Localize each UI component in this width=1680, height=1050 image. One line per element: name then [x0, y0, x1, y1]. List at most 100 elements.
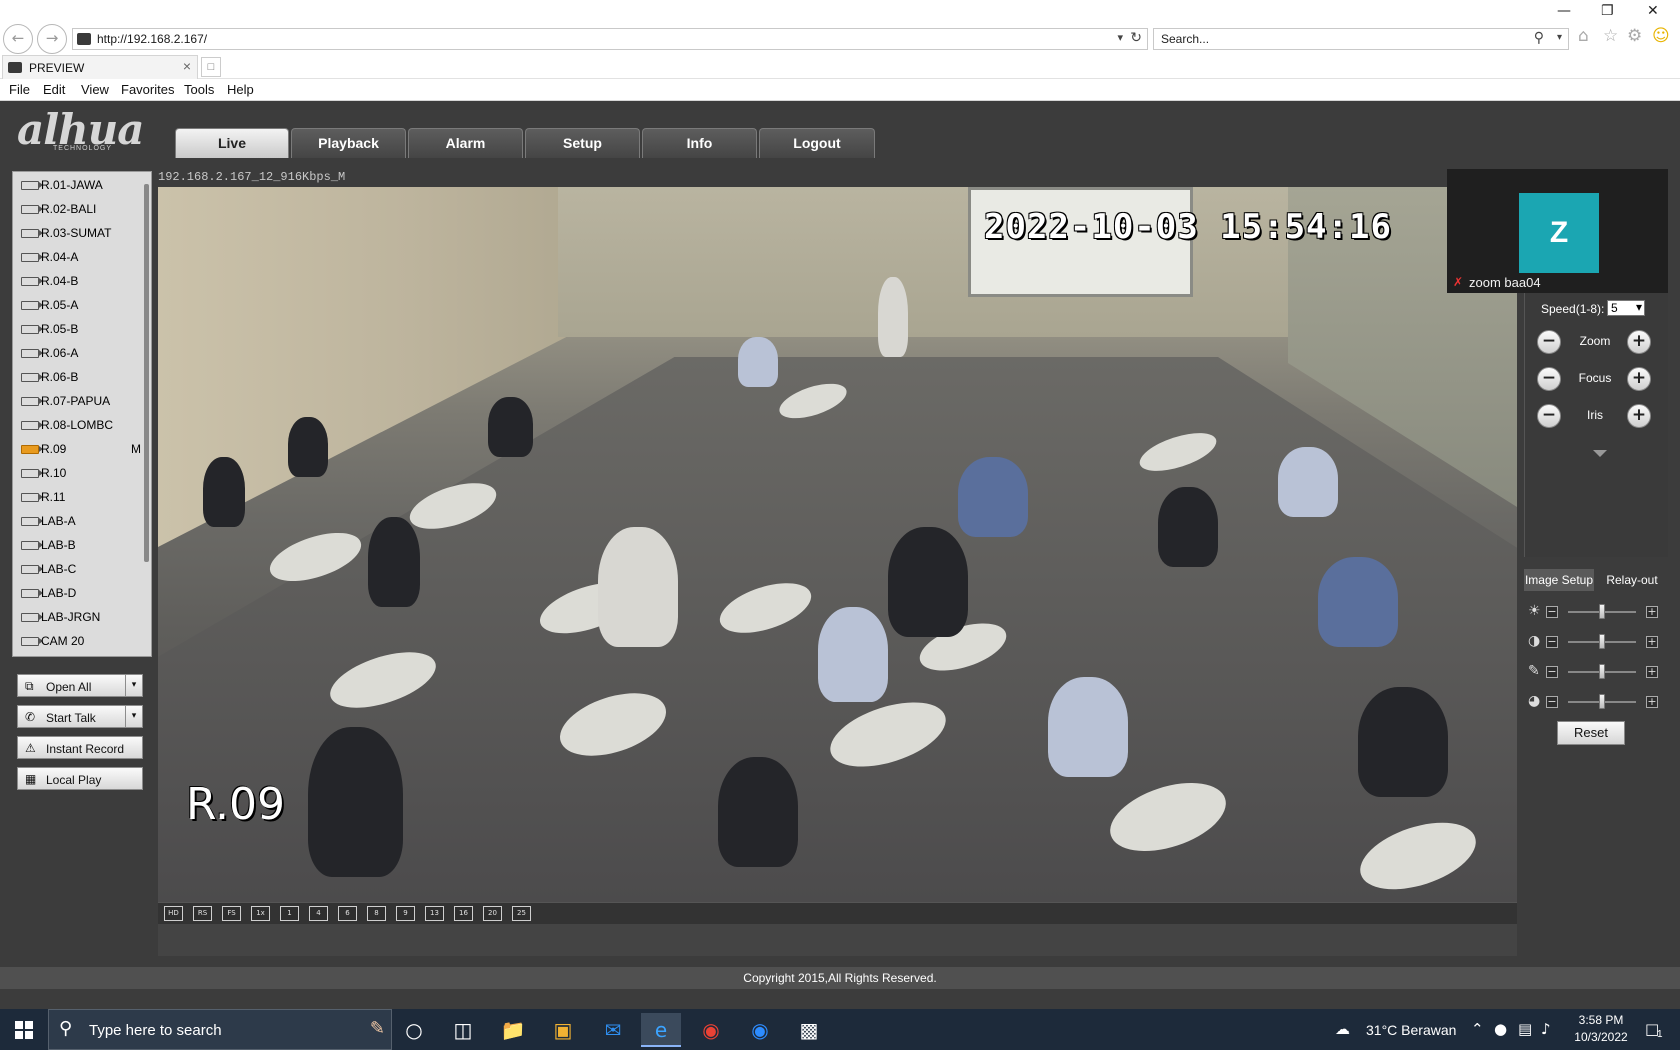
live-video-feed[interactable]: 2022-10-03 15:54:16 R.09 — [158, 187, 1517, 902]
ptz-collapse-icon[interactable] — [1593, 450, 1607, 457]
layout-button[interactable]: 20 — [483, 906, 502, 921]
iris-close-button[interactable]: − — [1537, 404, 1561, 428]
minimize-icon[interactable]: — — [1557, 3, 1571, 19]
weather-text[interactable]: 31°C Berawan — [1366, 1022, 1456, 1038]
hue-slider-thumb[interactable] — [1599, 694, 1605, 709]
reset-button[interactable]: Reset — [1557, 721, 1625, 745]
menu-tools[interactable]: Tools — [184, 82, 214, 97]
brightness-slider-thumb[interactable] — [1599, 604, 1605, 619]
channel-item[interactable]: R.05-B — [13, 317, 151, 341]
tab-logout[interactable]: Logout — [759, 128, 875, 158]
tab-relay-out[interactable]: Relay-out — [1596, 569, 1668, 591]
iris-open-button[interactable]: + — [1627, 404, 1651, 428]
refresh-icon[interactable]: ↻ — [1130, 30, 1142, 46]
mail-icon[interactable]: ✉ — [593, 1013, 633, 1047]
tab-setup[interactable]: Setup — [525, 128, 640, 158]
zoom-out-button[interactable]: − — [1537, 330, 1561, 354]
taskbar-search-box[interactable]: ⚲ Type here to search ✎ — [48, 1009, 392, 1050]
channel-item[interactable]: LAB-A — [13, 509, 151, 533]
zoom-app-icon[interactable]: ◉ — [740, 1013, 780, 1047]
layout-button[interactable]: HD — [164, 906, 183, 921]
layout-button[interactable]: 1x — [251, 906, 270, 921]
tray-chevron-up-icon[interactable]: ⌃ — [1471, 1020, 1484, 1038]
tab-image-setup[interactable]: Image Setup — [1524, 569, 1594, 591]
feedback-smiley-icon[interactable]: ☺ — [1652, 26, 1670, 46]
browser-search-placeholder[interactable]: Search... — [1161, 32, 1209, 46]
address-bar[interactable]: http://192.168.2.167/ ▾ ↻ — [72, 28, 1148, 50]
search-icon[interactable]: ⚲ — [1534, 30, 1544, 46]
start-talk-button[interactable]: ✆ Start Talk ▾ — [17, 705, 143, 728]
layout-button[interactable]: 6 — [338, 906, 357, 921]
weather-cloud-icon[interactable]: ☁ — [1335, 1020, 1350, 1038]
terminal-icon[interactable]: ▩ — [789, 1013, 829, 1047]
channel-item[interactable]: R.06-B — [13, 365, 151, 389]
internet-explorer-icon[interactable]: e — [641, 1013, 681, 1047]
channel-item[interactable]: LAB-D — [13, 581, 151, 605]
channel-item[interactable]: R.10 — [13, 461, 151, 485]
layout-button[interactable]: FS — [222, 906, 241, 921]
saturation-decrease-button[interactable]: − — [1546, 666, 1558, 678]
ptz-speed-select[interactable]: 5 — [1607, 300, 1645, 316]
search-dropdown-icon[interactable]: ▾ — [1557, 32, 1562, 43]
layout-button[interactable]: 1 — [280, 906, 299, 921]
channel-item[interactable]: R.06-A — [13, 341, 151, 365]
restore-icon[interactable]: ❐ — [1601, 3, 1614, 19]
start-talk-dropdown-icon[interactable]: ▾ — [125, 706, 142, 727]
settings-gear-icon[interactable]: ⚙ — [1627, 26, 1642, 46]
channel-item[interactable]: R.05-A — [13, 293, 151, 317]
layout-button[interactable]: 13 — [425, 906, 444, 921]
tab-playback[interactable]: Playback — [291, 128, 406, 158]
file-explorer-icon[interactable]: 📁 — [493, 1013, 533, 1047]
tab-live[interactable]: Live — [175, 128, 289, 158]
layout-button[interactable]: RS — [193, 906, 212, 921]
focus-far-button[interactable]: + — [1627, 367, 1651, 391]
focus-near-button[interactable]: − — [1537, 367, 1561, 391]
menu-favorites[interactable]: Favorites — [121, 82, 174, 97]
contrast-slider-thumb[interactable] — [1599, 634, 1605, 649]
volume-icon[interactable]: ♪ — [1541, 1020, 1551, 1038]
menu-view[interactable]: View — [81, 82, 109, 97]
tab-info[interactable]: Info — [642, 128, 757, 158]
layout-button[interactable]: 16 — [454, 906, 473, 921]
layout-button[interactable]: 9 — [396, 906, 415, 921]
channel-item[interactable]: LAB-C — [13, 557, 151, 581]
start-button[interactable] — [0, 1009, 48, 1050]
layout-button[interactable]: 8 — [367, 906, 386, 921]
zoom-in-button[interactable]: + — [1627, 330, 1651, 354]
channel-item[interactable]: LAB-B — [13, 533, 151, 557]
back-icon[interactable]: ← — [3, 24, 33, 54]
channel-item[interactable]: R.08-LOMBC — [13, 413, 151, 437]
taskbar-search-placeholder[interactable]: Type here to search — [89, 1022, 222, 1039]
channel-item[interactable]: R.03-SUMAT — [13, 221, 151, 245]
menu-help[interactable]: Help — [227, 82, 254, 97]
contrast-decrease-button[interactable]: − — [1546, 636, 1558, 648]
channel-item[interactable]: R.01-JAWA — [13, 173, 151, 197]
close-window-icon[interactable]: ✕ — [1647, 3, 1659, 19]
url-text[interactable]: http://192.168.2.167/ — [97, 32, 207, 46]
layout-button[interactable]: 25 — [512, 906, 531, 921]
hue-decrease-button[interactable]: − — [1546, 696, 1558, 708]
channel-item[interactable]: R.04-B — [13, 269, 151, 293]
chrome-icon[interactable]: ◉ — [691, 1013, 731, 1047]
menu-file[interactable]: File — [9, 82, 30, 97]
channel-item[interactable]: CAM 20 — [13, 629, 151, 653]
channel-item[interactable]: R.07-PAPUA — [13, 389, 151, 413]
channel-list-scrollbar[interactable] — [144, 184, 149, 562]
tab-alarm[interactable]: Alarm — [408, 128, 523, 158]
tab-title[interactable]: PREVIEW — [29, 61, 84, 75]
channel-item[interactable]: R.11 — [13, 485, 151, 509]
layout-button[interactable]: 4 — [309, 906, 328, 921]
new-tab-icon[interactable]: □ — [201, 57, 221, 77]
task-view-icon[interactable]: ◫ — [443, 1013, 483, 1047]
hue-increase-button[interactable]: + — [1646, 696, 1658, 708]
network-icon[interactable]: ▤ — [1518, 1020, 1532, 1038]
taskbar-clock[interactable]: 3:58 PM 10/3/2022 — [1566, 1012, 1636, 1046]
url-dropdown-icon[interactable]: ▾ — [1117, 31, 1123, 44]
instant-record-button[interactable]: ⚠ Instant Record — [17, 736, 143, 759]
channel-item[interactable]: R.04-A — [13, 245, 151, 269]
contrast-increase-button[interactable]: + — [1646, 636, 1658, 648]
saturation-increase-button[interactable]: + — [1646, 666, 1658, 678]
cortana-icon[interactable]: ○ — [394, 1013, 434, 1047]
browser-search-input[interactable]: Search... ⚲ ▾ — [1153, 28, 1569, 50]
channel-item[interactable]: R.09 M — [13, 437, 151, 461]
